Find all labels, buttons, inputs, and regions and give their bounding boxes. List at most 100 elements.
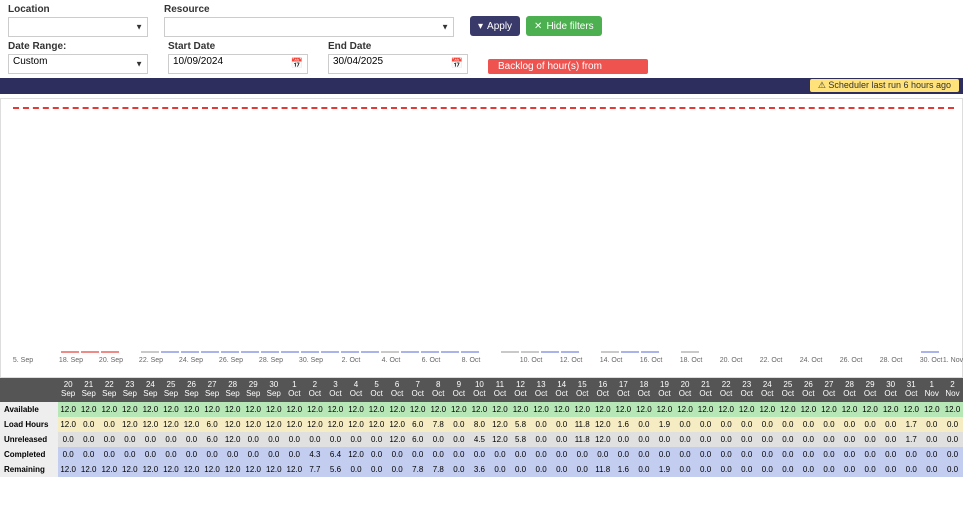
table-cell: 4.5: [469, 432, 490, 447]
table-cell: 0.0: [366, 447, 387, 462]
table-cell: 0.0: [407, 447, 428, 462]
table-cell: 0.0: [921, 432, 942, 447]
table-cell: 0.0: [161, 447, 182, 462]
table-cell: 12.0: [58, 402, 79, 417]
table-cell: 12.0: [798, 402, 819, 417]
table-cell: 12.0: [695, 402, 716, 417]
chart-bar-segment: 20.0%: [61, 351, 79, 353]
table-cell: 0.0: [736, 447, 757, 462]
table-cell: 12.0: [140, 402, 161, 417]
x-axis-tick: 22. Oct: [760, 357, 783, 364]
table-cell: 0.0: [880, 417, 901, 432]
x-axis-tick: 14. Oct: [600, 357, 623, 364]
table-cell: 0.0: [551, 447, 572, 462]
table-cell: 12.0: [490, 417, 511, 432]
table-cell: 0.0: [860, 462, 881, 477]
start-date-label: Start Date: [168, 41, 308, 52]
date-range-select[interactable]: Custom ▼: [8, 54, 148, 74]
chart-bar-segment: [501, 351, 519, 353]
table-column-header: 21Oct: [695, 378, 716, 402]
chart-bar-segment: 100.0%: [621, 351, 639, 353]
table-cell: 0.0: [120, 447, 141, 462]
table-column-header: 1Nov: [921, 378, 942, 402]
location-select[interactable]: ▼: [8, 17, 148, 37]
table-column-header: 27Sep: [202, 378, 223, 402]
table-cell: 12.0: [387, 432, 408, 447]
table-row-label: Unreleased: [0, 432, 58, 447]
x-axis-tick: 12. Oct: [560, 357, 583, 364]
table-cell: 5.6: [325, 462, 346, 477]
table-column-header: 11Oct: [490, 378, 511, 402]
table-cell: 0.0: [613, 432, 634, 447]
table-cell: 0.0: [798, 462, 819, 477]
table-column-header: 28Oct: [839, 378, 860, 402]
end-date-input[interactable]: 30/04/2025 📅: [328, 54, 468, 74]
warning-icon: ⚠: [818, 80, 826, 90]
table-cell: 0.0: [695, 462, 716, 477]
apply-button[interactable]: ▾ Apply: [470, 16, 520, 36]
table-cell: 0.0: [901, 447, 922, 462]
table-cell: 0.0: [449, 447, 470, 462]
table-cell: 12.0: [469, 402, 490, 417]
chart-bar-segment: [361, 351, 379, 353]
table-cell: 12.0: [778, 402, 799, 417]
table-cell: 0.0: [778, 462, 799, 477]
x-axis-tick: 10. Oct: [520, 357, 543, 364]
table-cell: 12.0: [407, 402, 428, 417]
table-row: Remaining12.012.012.012.012.012.012.012.…: [0, 462, 963, 477]
table-row-label: Remaining: [0, 462, 58, 477]
table-column-header: 8Oct: [428, 378, 449, 402]
table-row: Unreleased0.00.00.00.00.00.00.06.012.00.…: [0, 432, 963, 447]
chevron-down-icon: ▼: [135, 23, 143, 32]
table-column-header: 9Oct: [449, 378, 470, 402]
hide-filters-button[interactable]: ✕ Hide filters: [526, 16, 602, 36]
table-column-header: 25Oct: [778, 378, 799, 402]
table-cell: 11.8: [572, 432, 593, 447]
table-cell: 0.0: [654, 447, 675, 462]
table-column-header: 5Oct: [366, 378, 387, 402]
chart-bar-segment: 15.8%: [681, 351, 699, 353]
eye-off-icon: ✕: [534, 21, 542, 32]
table-cell: 0.0: [839, 447, 860, 462]
table-cell: 12.0: [161, 417, 182, 432]
x-axis-tick: 24. Oct: [800, 357, 823, 364]
table-cell: 0.0: [798, 432, 819, 447]
table-column-header: 22Sep: [99, 378, 120, 402]
table-cell: 0.0: [736, 417, 757, 432]
table-cell: 0.0: [387, 447, 408, 462]
scheduler-last-run-badge: ⚠ Scheduler last run 6 hours ago: [810, 79, 959, 92]
table-column-header: 3Oct: [325, 378, 346, 402]
table-cell: 12.0: [346, 447, 367, 462]
table-cell: 12.0: [284, 402, 305, 417]
table-cell: 0.0: [572, 447, 593, 462]
table-column-header: 24Sep: [140, 378, 161, 402]
x-axis-tick: 1. Nov: [943, 357, 963, 364]
table-cell: 0.0: [284, 447, 305, 462]
start-date-input[interactable]: 10/09/2024 📅: [168, 54, 308, 74]
resource-select[interactable]: ▼: [164, 17, 454, 37]
table-cell: 0.0: [716, 447, 737, 462]
x-axis-tick: 30. Oct: [920, 357, 943, 364]
table-cell: 0.0: [839, 462, 860, 477]
table-cell: 12.0: [222, 417, 243, 432]
x-axis-tick: 18. Oct: [680, 357, 703, 364]
table-cell: 12.0: [305, 402, 326, 417]
table-cell: 5.8: [510, 432, 531, 447]
table-cell: 12.0: [551, 402, 572, 417]
table-cell: 12.0: [99, 402, 120, 417]
chart-bar-segment: [261, 351, 279, 353]
table-cell: 0.0: [531, 417, 552, 432]
table-cell: 0.0: [778, 417, 799, 432]
table-cell: 12.0: [366, 417, 387, 432]
table-cell: 1.9: [654, 462, 675, 477]
table-cell: 0.0: [695, 447, 716, 462]
x-axis-tick: 4. Oct: [382, 357, 401, 364]
chart-bar-segment: [541, 351, 559, 353]
table-row: Available12.012.012.012.012.012.012.012.…: [0, 402, 963, 417]
table-cell: 0.0: [490, 462, 511, 477]
table-cell: 7.7: [305, 462, 326, 477]
table-cell: 12.0: [325, 402, 346, 417]
table-cell: 12.0: [161, 462, 182, 477]
table-cell: 0.0: [78, 447, 99, 462]
x-axis-tick: 20. Sep: [99, 357, 123, 364]
